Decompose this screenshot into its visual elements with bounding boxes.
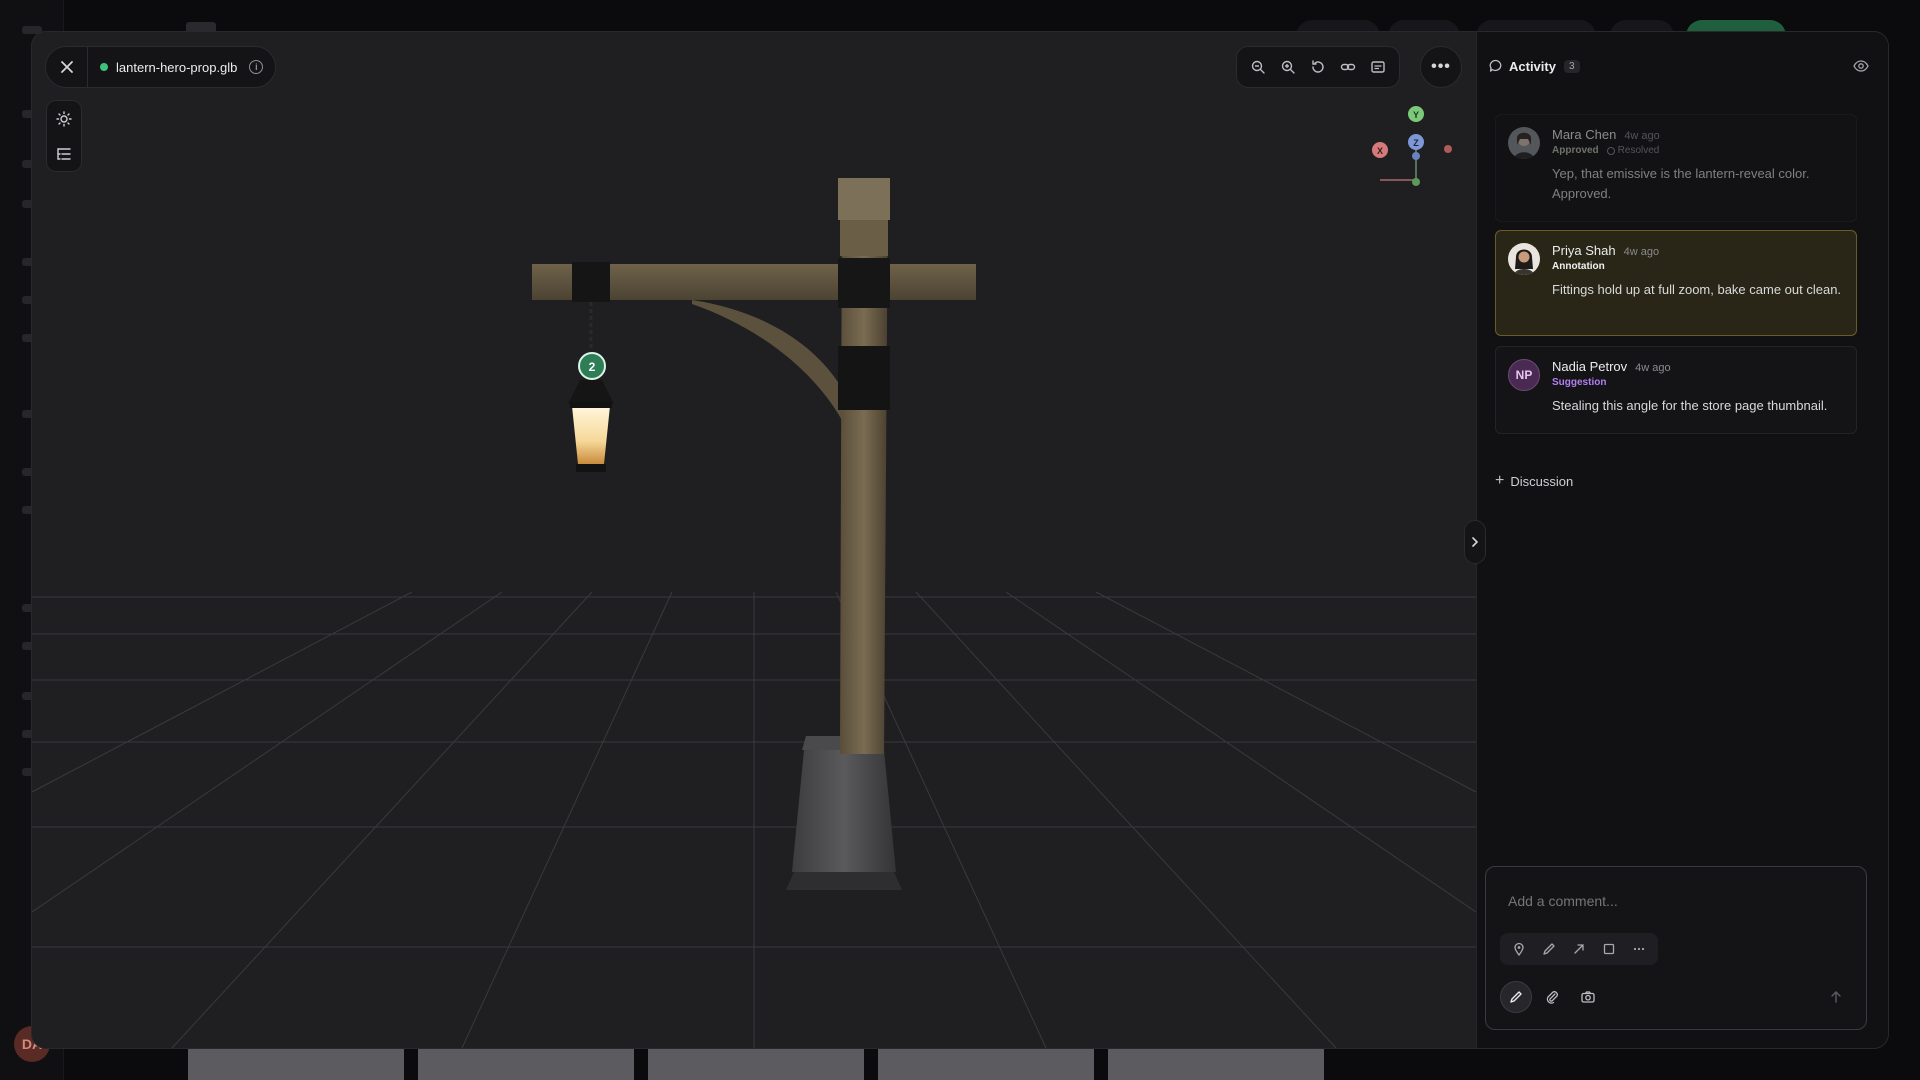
eye-icon[interactable] — [1853, 58, 1869, 74]
reset-view-button[interactable] — [1303, 53, 1333, 81]
gizmo-z-label: Z — [1413, 138, 1419, 148]
comment-author: Nadia Petrov — [1552, 359, 1628, 374]
background-thumbnail — [878, 1048, 1094, 1080]
comment-card[interactable]: Mara Chen 4w ago Approved Resolved Yep, … — [1495, 114, 1857, 222]
frame-icon — [1371, 61, 1385, 73]
model-viewer-modal: 2 Y X Z lantern-hero-prop.glb i ••• Acti… — [32, 32, 1888, 1048]
gizmo-y-label: Y — [1413, 110, 1419, 120]
comment-card[interactable]: NP Nadia Petrov 4w ago Suggestion Steali… — [1495, 346, 1857, 434]
comment-author: Mara Chen — [1552, 127, 1617, 142]
gizmo-x-label: X — [1377, 146, 1383, 156]
comment-tag: Suggestion — [1552, 377, 1607, 388]
file-status-dot — [100, 63, 108, 71]
draw-mode-button[interactable] — [1500, 981, 1532, 1013]
comment-time: 4w ago — [1623, 246, 1660, 258]
paperclip-icon — [1546, 991, 1558, 1004]
orientation-gizmo[interactable]: Y X Z — [1372, 106, 1452, 186]
activity-count-badge: 3 — [1563, 59, 1580, 73]
comment-author: Priya Shah — [1552, 243, 1616, 258]
resolved-status: Resolved — [1606, 145, 1660, 156]
activity-header: Activity 3 — [1489, 48, 1869, 84]
copy-link-button[interactable] — [1333, 53, 1363, 81]
comment-text: Yep, that emissive is the lantern-reveal… — [1552, 166, 1810, 201]
activity-panel: Activity 3 Mara Chen 4w ago Approved Res… — [1476, 32, 1888, 1048]
link-icon — [1340, 63, 1356, 71]
floor-grid — [32, 591, 1476, 1048]
zoom-out-icon — [1251, 60, 1265, 74]
3d-viewport[interactable]: 2 Y X Z lantern-hero-prop.glb i ••• — [32, 32, 1476, 1048]
comment-text: Stealing this angle for the store page t… — [1552, 398, 1828, 413]
chevron-right-icon — [1472, 537, 1479, 547]
background-thumbnail — [188, 1048, 404, 1080]
arrow-tool-button[interactable] — [1564, 935, 1594, 963]
more-icon — [1633, 947, 1645, 951]
avatar — [1508, 243, 1540, 275]
background-thumbnail — [418, 1048, 634, 1080]
comment-composer — [1485, 866, 1867, 1030]
camera-icon — [1581, 991, 1595, 1003]
pen-tool-button[interactable] — [1534, 935, 1564, 963]
avatar: NP — [1508, 359, 1540, 391]
pin-icon — [1514, 942, 1524, 956]
send-button[interactable] — [1820, 981, 1852, 1013]
rectangle-icon — [1603, 943, 1615, 955]
comment-input[interactable] — [1508, 893, 1838, 909]
close-icon — [60, 61, 73, 73]
frame-button[interactable] — [1363, 53, 1393, 81]
discussion-label: Discussion — [1510, 473, 1574, 489]
pencil-icon — [1510, 991, 1522, 1003]
comment-tag: Annotation — [1552, 261, 1605, 272]
activity-title: Activity — [1509, 58, 1556, 74]
collapse-panel-button[interactable] — [1464, 520, 1486, 564]
comment-card-selected[interactable]: Priya Shah 4w ago Annotation Fittings ho… — [1495, 230, 1857, 336]
rectangle-tool-button[interactable] — [1594, 935, 1624, 963]
sun-icon — [56, 110, 72, 127]
add-discussion-button[interactable]: + Discussion — [1495, 472, 1573, 490]
background-thumbnail — [1108, 1048, 1324, 1080]
composer-actions — [1500, 981, 1852, 1013]
attach-button[interactable] — [1536, 981, 1568, 1013]
annotation-marker-label: 2 — [589, 360, 596, 374]
arrow-icon — [1574, 944, 1584, 954]
plus-icon: + — [1495, 472, 1505, 489]
comment-text: Fittings hold up at full zoom, bake came… — [1552, 282, 1842, 297]
list-tree-icon — [57, 147, 71, 160]
more-options-button[interactable]: ••• — [1420, 46, 1462, 88]
outline-button[interactable] — [50, 140, 78, 168]
annotation-marker-2[interactable]: 2 — [578, 352, 606, 380]
ellipsis-icon: ••• — [1431, 58, 1451, 75]
resolved-label: Resolved — [1617, 145, 1660, 156]
file-name: lantern-hero-prop.glb — [116, 59, 238, 75]
comment-time: 4w ago — [1624, 130, 1660, 142]
lighting-button[interactable] — [50, 105, 78, 133]
zoom-in-icon — [1281, 60, 1295, 74]
file-header: lantern-hero-prop.glb i — [45, 46, 277, 88]
chat-bubble-icon — [1489, 59, 1503, 73]
arrow-up-icon — [1831, 991, 1841, 1003]
screenshot-button[interactable] — [1572, 981, 1604, 1013]
comment-tag: Approved — [1552, 145, 1599, 156]
view-toolbar — [1236, 46, 1400, 88]
markup-toolbar — [1500, 933, 1658, 965]
comment-time: 4w ago — [1635, 362, 1671, 374]
zoom-out-button[interactable] — [1243, 53, 1273, 81]
zoom-in-button[interactable] — [1273, 53, 1303, 81]
3d-scene[interactable]: 2 Y X Z — [32, 32, 1476, 1048]
resolved-icon — [1606, 146, 1615, 155]
reset-view-icon — [1312, 60, 1324, 73]
viewport-side-toolbar — [46, 100, 82, 172]
close-button[interactable] — [46, 46, 88, 88]
avatar — [1508, 127, 1540, 159]
info-icon[interactable]: i — [249, 60, 264, 74]
more-tools-button[interactable] — [1624, 935, 1654, 963]
pen-icon — [1543, 943, 1555, 955]
pin-tool-button[interactable] — [1504, 935, 1534, 963]
background-thumbnail — [648, 1048, 864, 1080]
